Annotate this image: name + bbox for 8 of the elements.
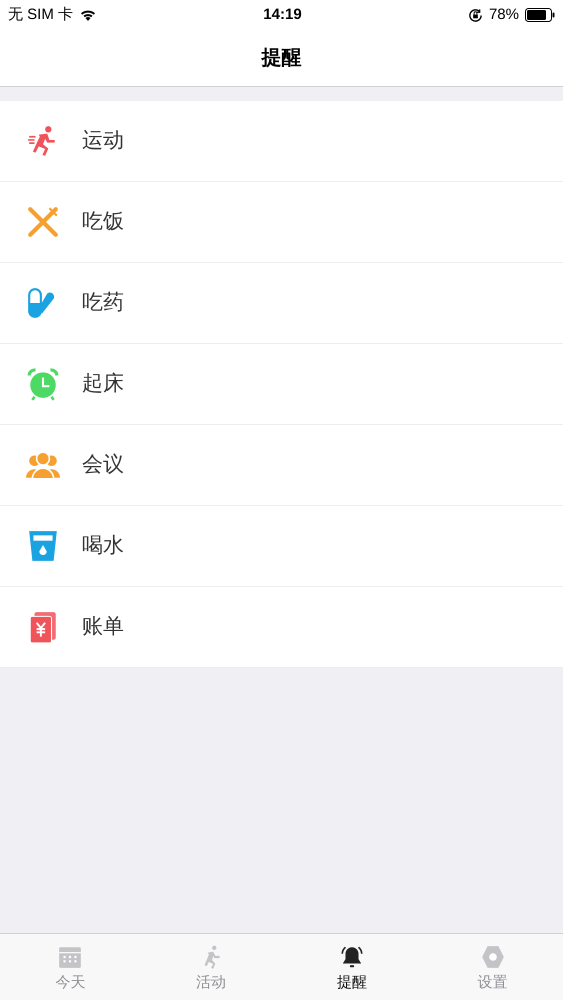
battery-percent: 78% xyxy=(488,4,519,25)
nav-title: 提醒 xyxy=(262,46,302,71)
carrier-text: 无 SIM 卡 xyxy=(8,4,74,25)
rotation-lock-icon xyxy=(468,8,483,22)
tab-item[interactable]: 提醒 xyxy=(282,934,422,1000)
clock-time: 14:19 xyxy=(263,4,302,25)
wifi-icon xyxy=(79,8,98,22)
battery-icon xyxy=(524,8,555,22)
